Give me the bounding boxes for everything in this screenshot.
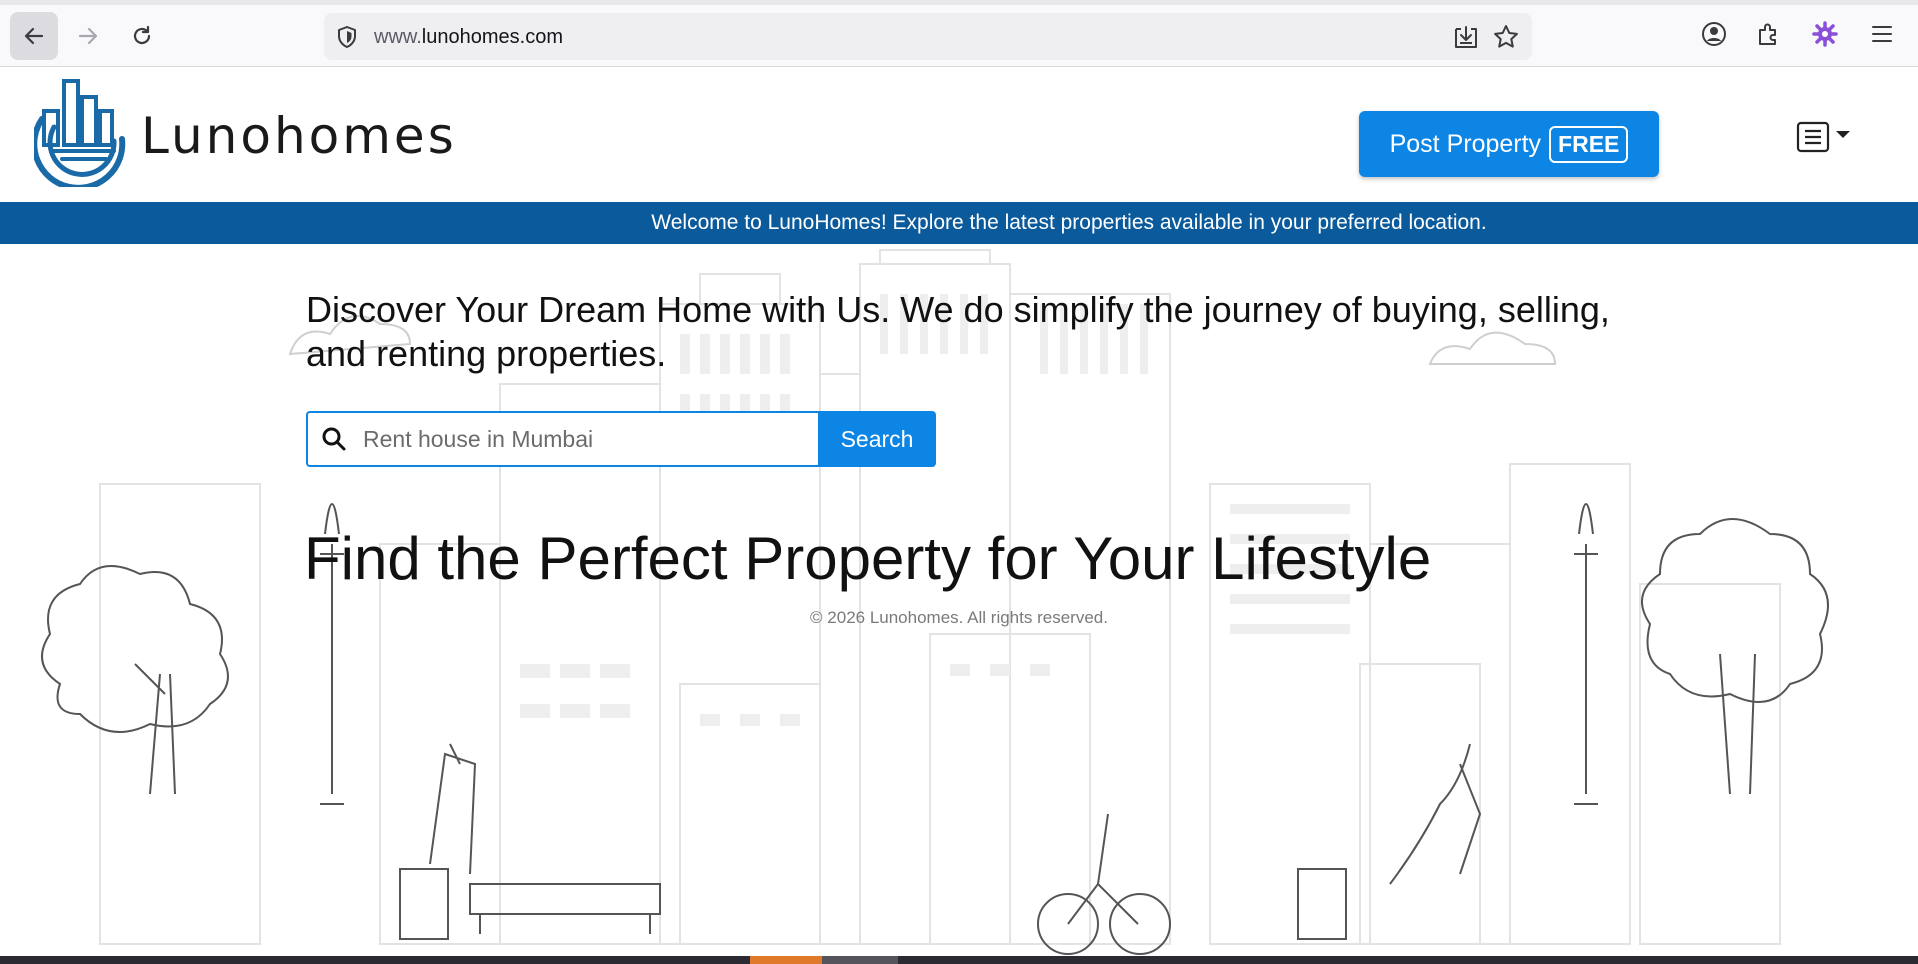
back-button[interactable] [10, 12, 58, 60]
extensions-icon [1759, 23, 1776, 45]
extensions-button[interactable] [1755, 20, 1783, 48]
forward-button[interactable] [64, 12, 112, 60]
address-bar[interactable]: www.lunohomes.com [324, 13, 1532, 60]
search-box[interactable] [306, 411, 818, 467]
url-domain: lunohomes.com [421, 26, 563, 48]
post-property-label: Post Property [1389, 129, 1542, 158]
hero-title: Find the Perfect Property for Your Lifes… [304, 525, 1432, 592]
download-icon[interactable] [1452, 23, 1480, 51]
taskbar-indicator-secondary [822, 956, 898, 964]
back-arrow-icon [24, 27, 44, 45]
shield-icon[interactable] [336, 25, 358, 49]
account-button[interactable] [1700, 20, 1728, 48]
tab-strip-edge [0, 0, 1918, 5]
app-menu-button[interactable] [1868, 20, 1896, 48]
account-icon [1702, 22, 1726, 46]
extension-gear-icon [1812, 21, 1838, 47]
logo-mark-icon[interactable] [34, 79, 130, 187]
extension-button[interactable] [1811, 20, 1839, 48]
welcome-banner-text: Welcome to LunoHomes! Explore the latest… [651, 211, 1487, 234]
taskbar-indicator [750, 956, 822, 964]
copyright-label: © 2026 Lunohomes. All rights reserved. [810, 608, 1108, 627]
list-menu-icon [1796, 121, 1830, 153]
hamburger-icon [1872, 26, 1892, 42]
reload-button[interactable] [118, 12, 166, 60]
search-button[interactable]: Search [818, 411, 936, 467]
star-icon[interactable] [1492, 23, 1520, 51]
search-icon [322, 427, 346, 451]
logo-text[interactable]: Lunohomes [141, 107, 457, 165]
welcome-banner: Welcome to LunoHomes! Explore the latest… [0, 202, 1918, 244]
free-badge: FREE [1549, 125, 1629, 163]
url-prefix: www. [374, 26, 422, 48]
browser-toolbar: www.lunohomes.com [0, 0, 1918, 67]
site-header: Lunohomes Post Property FREE [0, 67, 1918, 202]
post-property-button[interactable]: Post Property FREE [1359, 111, 1659, 177]
url-text: www.lunohomes.com [374, 26, 563, 49]
chevron-down-icon [1836, 130, 1850, 138]
hero-section: Discover Your Dream Home with Us. We do … [0, 244, 1918, 956]
search-form: Search [306, 411, 936, 467]
forward-arrow-icon [78, 27, 98, 45]
hero-tagline: Discover Your Dream Home with Us. We do … [306, 289, 1610, 374]
taskbar-strip [0, 956, 1918, 964]
menu-toggle-button[interactable] [1796, 119, 1856, 155]
search-input[interactable] [363, 425, 783, 453]
copyright-text: © 2026 Lunohomes. All rights reserved. [0, 608, 1918, 628]
reload-icon [133, 25, 151, 45]
